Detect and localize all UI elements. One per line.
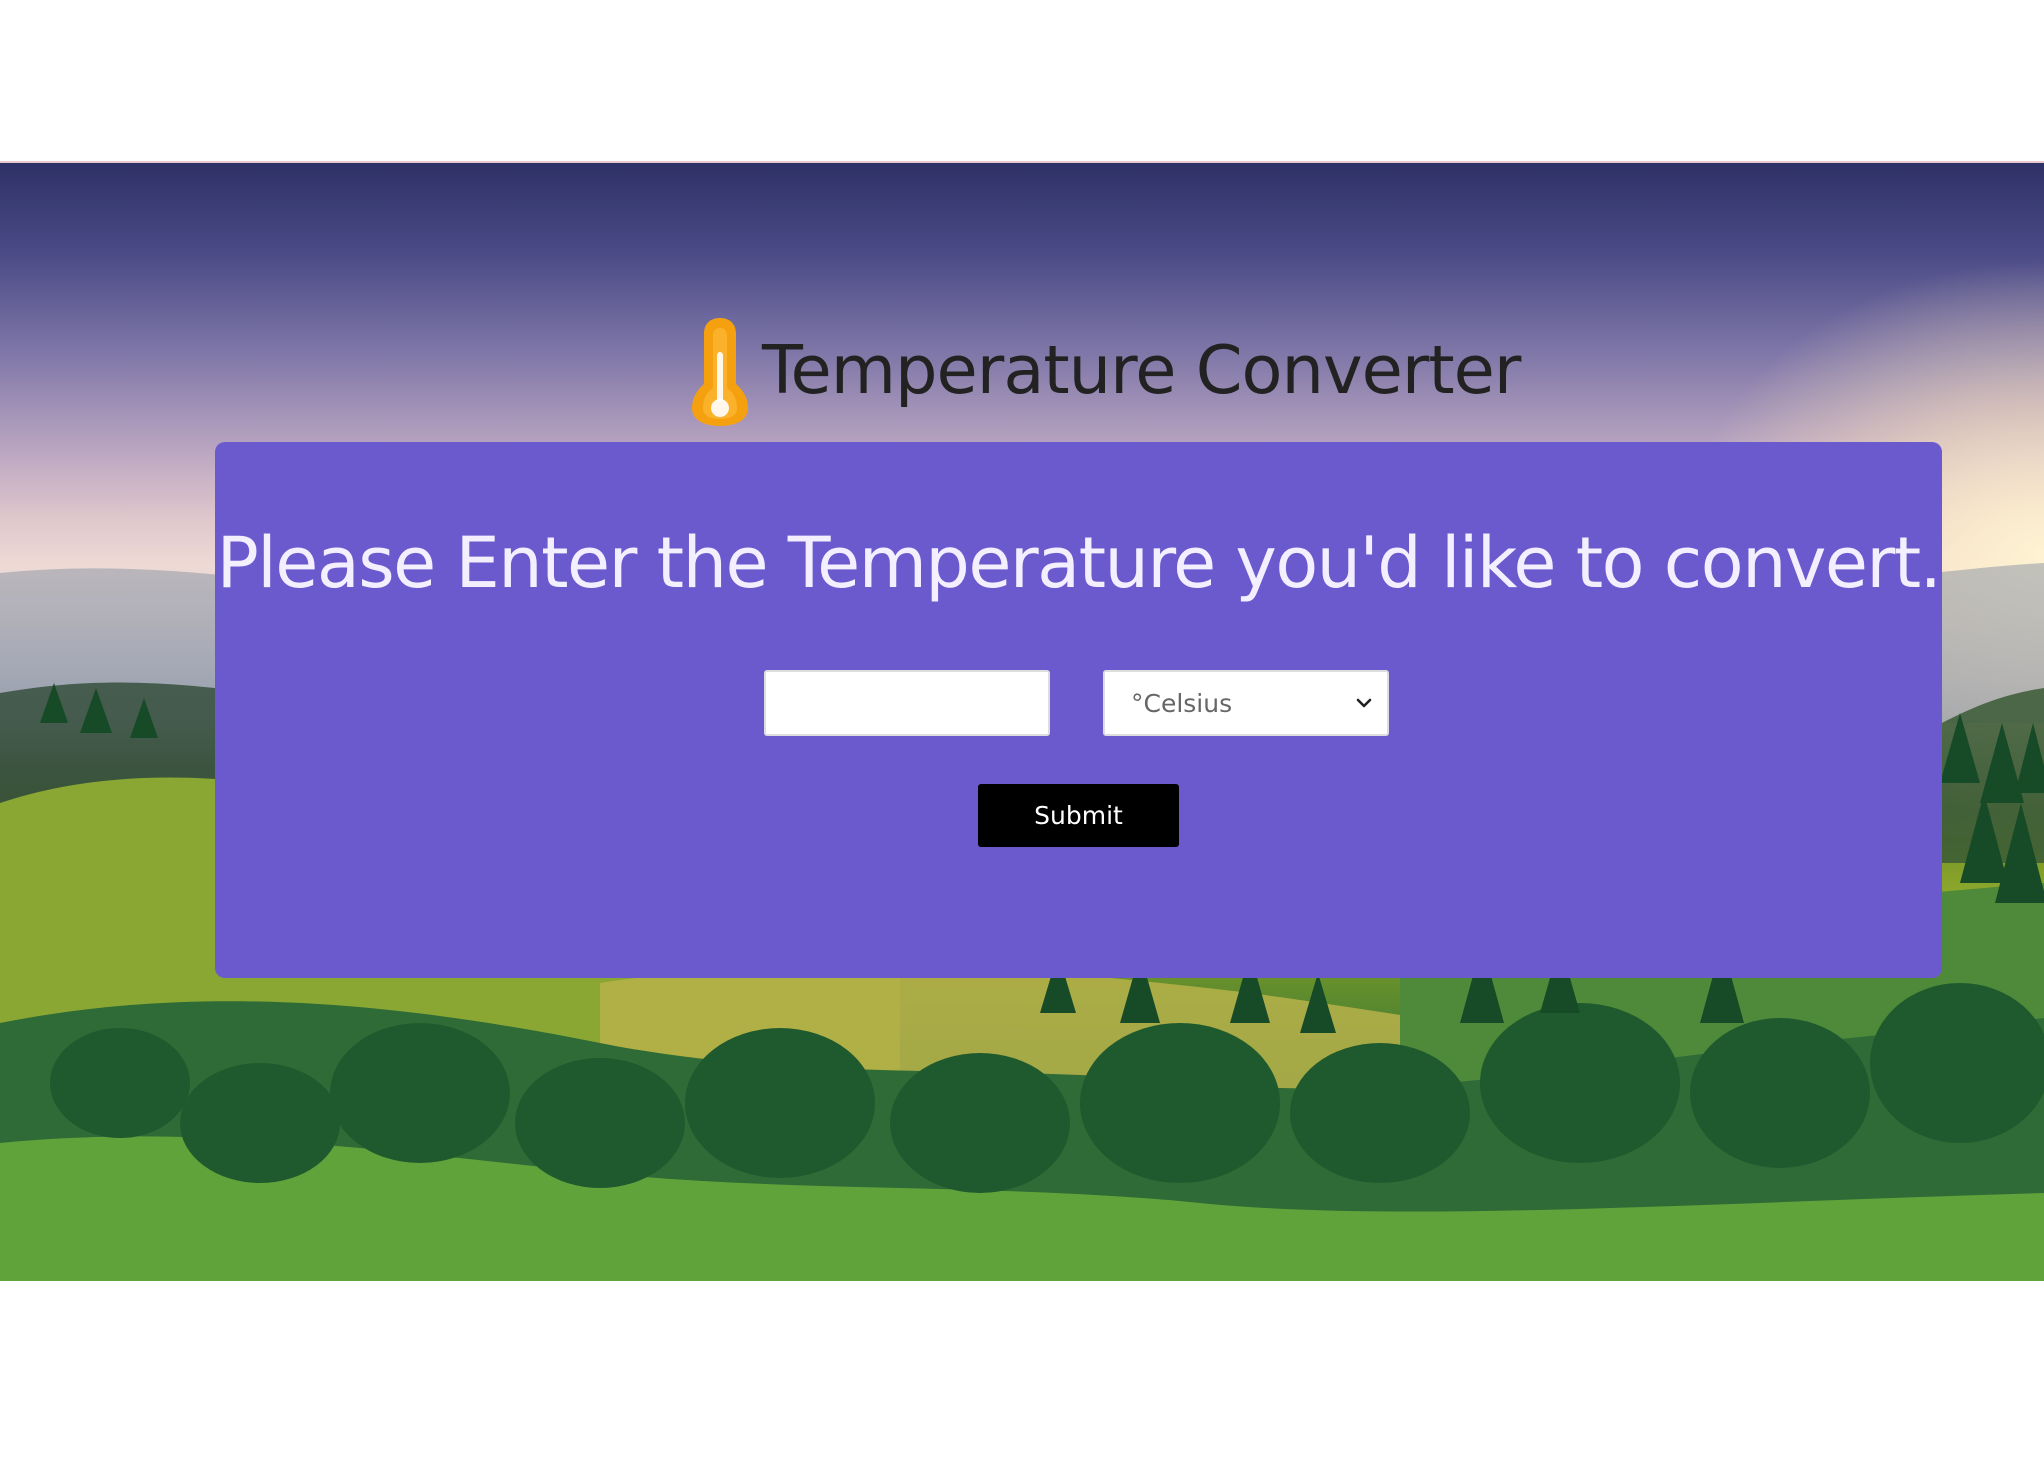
chevron-down-icon: [1356, 698, 1372, 708]
submit-button[interactable]: Submit: [978, 784, 1179, 847]
unit-select-value: °Celsius: [1131, 688, 1233, 718]
app-title: Temperature Converter: [762, 331, 1521, 409]
temperature-input[interactable]: [764, 670, 1050, 736]
prompt-heading: Please Enter the Temperature you'd like …: [216, 522, 1942, 604]
thermometer-icon: [692, 318, 748, 426]
app-header: Temperature Converter: [690, 310, 1521, 430]
page-top-blank: [0, 0, 2044, 162]
unit-select[interactable]: °Celsius: [1103, 670, 1389, 736]
converter-card: Please Enter the Temperature you'd like …: [215, 442, 1942, 978]
